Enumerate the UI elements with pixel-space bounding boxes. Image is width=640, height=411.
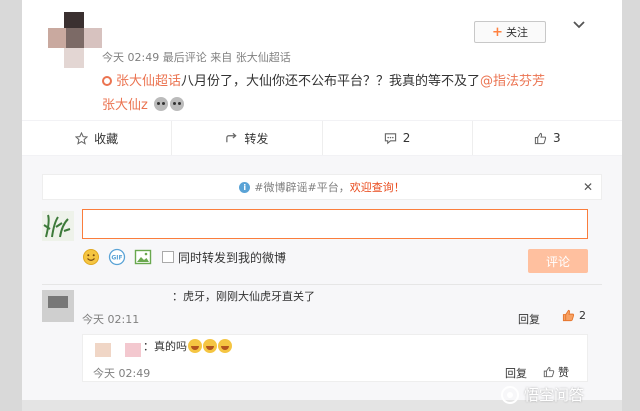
watermark-text: 悟空问答 xyxy=(524,386,585,404)
sync-forward-label: 同时转发到我的微博 xyxy=(178,250,287,265)
post-text: 八月份了，大仙你还不公布平台？？我真的等不及了 xyxy=(181,74,481,89)
post-content: 张大仙超话八月份了，大仙你还不公布平台？？我真的等不及了@指法芬芳 张大仙z xyxy=(102,70,562,118)
comment-button[interactable]: 2 xyxy=(323,121,473,162)
chevron-down-icon[interactable] xyxy=(572,18,586,32)
notice-highlight: 欢迎查询！ xyxy=(349,181,405,194)
emoji-icon[interactable] xyxy=(82,248,100,266)
my-avatar[interactable] xyxy=(42,211,74,241)
image-icon[interactable] xyxy=(134,248,152,266)
wukong-logo-icon xyxy=(501,385,519,404)
comment-like-button[interactable]: 2 xyxy=(562,309,586,322)
reply-thread: ：真的吗 今天 02:49 回复 赞 xyxy=(82,334,588,382)
commenter-name[interactable] xyxy=(82,295,170,307)
laugh-emoji-icon xyxy=(218,339,232,353)
reply-like-button[interactable]: 赞 xyxy=(543,364,569,380)
comment-reply-button[interactable]: 回复 xyxy=(518,311,540,327)
post-time[interactable]: 今天 02:49 xyxy=(102,51,159,64)
commenter-avatar[interactable] xyxy=(42,290,74,322)
forward-icon xyxy=(226,132,237,142)
reply-like-label: 赞 xyxy=(558,366,569,379)
comment-count: 2 xyxy=(402,131,411,145)
reply-reply-button[interactable]: 回复 xyxy=(505,365,527,381)
action-bar: 收藏 转发 2 3 xyxy=(22,120,622,162)
star-icon xyxy=(75,131,89,145)
follow-button[interactable]: + 关注 xyxy=(474,21,546,43)
supertopic-link[interactable]: 张大仙超话 xyxy=(116,74,181,89)
comment-icon xyxy=(384,132,396,144)
like-icon xyxy=(534,132,547,144)
divider xyxy=(42,284,602,285)
author-avatar[interactable] xyxy=(48,12,104,72)
sync-forward-option[interactable]: 同时转发到我的微博 xyxy=(162,249,286,266)
forward-label: 转发 xyxy=(244,131,269,146)
mention-link[interactable]: @指法芬芳 xyxy=(480,74,545,89)
reply-time: 今天 02:49 xyxy=(93,367,151,380)
skull-emoji-icon xyxy=(153,97,168,111)
post-last-comment: 最后评论 xyxy=(162,51,207,64)
comment-text: ：虎牙，刚刚大仙虎牙直关了 xyxy=(172,290,315,303)
reply-user-name[interactable] xyxy=(125,343,141,357)
submit-comment-button[interactable]: 评论 xyxy=(528,249,588,273)
like-icon xyxy=(543,366,555,378)
comment-like-count: 2 xyxy=(579,309,586,322)
like-icon xyxy=(562,309,575,322)
favorite-label: 收藏 xyxy=(94,131,119,146)
notice-text: #微博辟谣#平台， xyxy=(254,181,350,194)
favorite-button[interactable]: 收藏 xyxy=(22,121,173,155)
post-meta: 今天 02:49 最后评论 来自 张大仙超话 xyxy=(102,49,291,65)
forward-button[interactable]: 转发 xyxy=(172,121,323,155)
svg-text:GIF: GIF xyxy=(111,255,122,262)
comment-time: 今天 02:11 xyxy=(82,313,140,326)
reply-text: ：真的吗 xyxy=(143,340,187,353)
plus-icon: + xyxy=(492,24,503,40)
laugh-emoji-icon xyxy=(188,339,202,353)
plant-avatar-icon xyxy=(42,211,74,241)
weibo-post-card: 今天 02:49 最后评论 来自 张大仙超话 + 关注 张大仙超话八月份了，大仙… xyxy=(22,0,622,411)
mention-link[interactable]: 张大仙z xyxy=(102,98,148,113)
reply-text-row: ：真的吗 xyxy=(143,338,232,354)
like-count: 3 xyxy=(553,131,561,145)
rumor-notice-banner[interactable]: i #微博辟谣#平台， 欢迎查询！ ✕ xyxy=(42,174,602,200)
sync-forward-checkbox[interactable] xyxy=(162,251,174,263)
post-source[interactable]: 来自 张大仙超话 xyxy=(210,51,291,64)
avatar-pixel xyxy=(48,296,68,308)
like-button[interactable]: 3 xyxy=(473,121,622,155)
close-icon[interactable]: ✕ xyxy=(583,180,593,194)
reply-avatar[interactable] xyxy=(95,343,111,357)
comment-input[interactable] xyxy=(82,209,588,239)
laugh-emoji-icon xyxy=(203,339,217,353)
supertopic-icon xyxy=(102,76,112,86)
skull-emoji-icon xyxy=(169,97,184,111)
info-icon: i xyxy=(239,181,251,193)
follow-label: 关注 xyxy=(505,26,528,39)
gif-icon[interactable]: GIF xyxy=(108,248,126,266)
comment-section: i #微博辟谣#平台， 欢迎查询！ ✕ GIF 同时转发到我的微博 评论 ：虎牙，… xyxy=(22,156,622,411)
composer-tools: GIF 同时转发到我的微博 xyxy=(82,248,286,266)
watermark: 悟空问答 xyxy=(500,384,584,405)
